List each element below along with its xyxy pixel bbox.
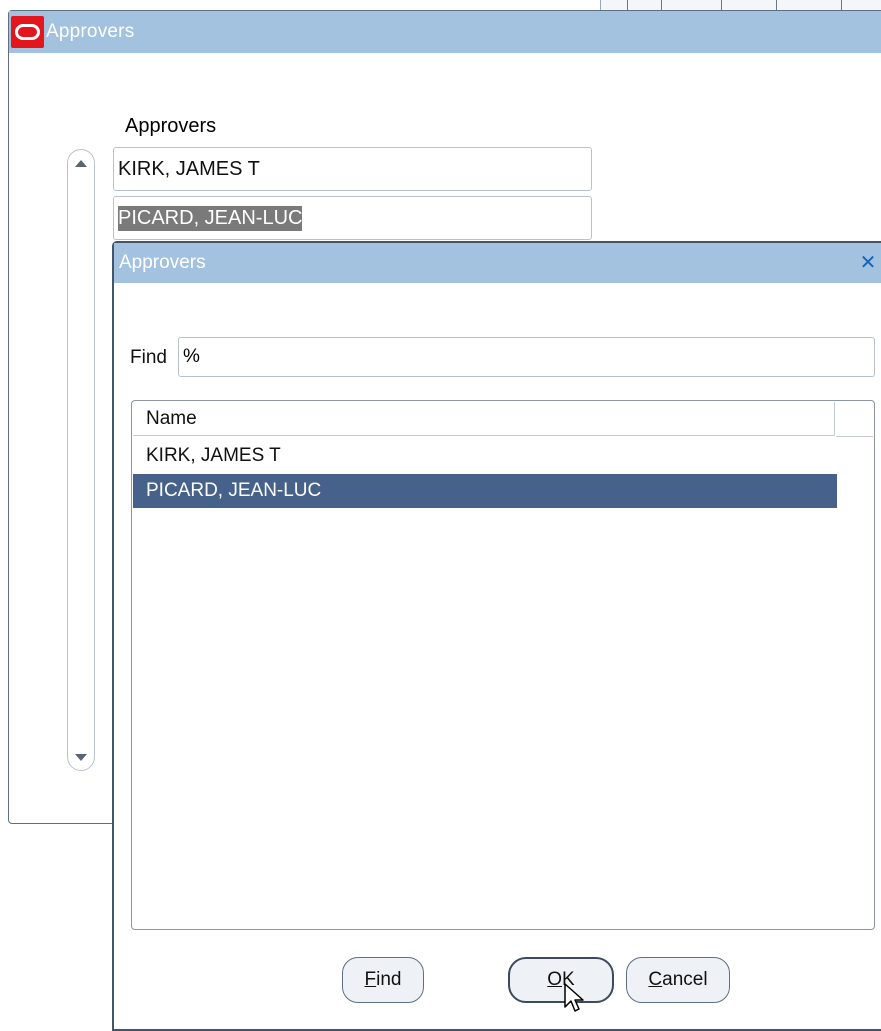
result-row-selected[interactable]: PICARD, JEAN-LUC	[133, 474, 837, 508]
background-tick	[627, 0, 628, 10]
cancel-button[interactable]: Cancel	[626, 957, 730, 1003]
find-input[interactable]	[178, 337, 875, 377]
ok-button[interactable]: OK	[508, 957, 614, 1003]
approver-record-field[interactable]: KIRK, JAMES T	[113, 147, 592, 191]
close-icon[interactable]: ✕	[858, 253, 878, 273]
background-tick	[721, 0, 722, 10]
approver-record-value: KIRK, JAMES T	[118, 157, 260, 180]
approvers-field-label: Approvers	[125, 115, 217, 137]
result-row[interactable]: KIRK, JAMES T	[133, 439, 837, 473]
column-header-name[interactable]: Name	[133, 402, 835, 436]
find-button-mnemonic: F	[364, 969, 377, 990]
find-label: Find	[130, 347, 167, 368]
scroll-down-icon	[75, 753, 87, 761]
scroll-up-icon	[75, 159, 87, 167]
approver-record-value-selected: PICARD, JEAN-LUC	[118, 205, 303, 231]
find-button-label: ind	[376, 969, 402, 990]
mouse-pointer-icon	[564, 983, 584, 1012]
background-tick	[661, 0, 662, 10]
scroll-down-button[interactable]	[71, 747, 91, 767]
cancel-button-label: ancel	[662, 969, 708, 990]
find-button[interactable]: Find	[342, 957, 424, 1003]
ok-button-mnemonic: O	[547, 969, 563, 990]
cancel-button-mnemonic: C	[648, 969, 663, 990]
result-row-name: PICARD, JEAN-LUC	[146, 480, 322, 501]
approver-record-field-active[interactable]: PICARD, JEAN-LUC	[113, 196, 592, 240]
lov-title: Approvers	[119, 252, 206, 273]
background-tick	[776, 0, 777, 10]
scroll-up-button[interactable]	[71, 153, 91, 173]
records-scrollbar[interactable]	[67, 149, 95, 771]
window-title: Approvers	[46, 21, 135, 42]
result-row-name: KIRK, JAMES T	[146, 445, 281, 466]
column-header-spacer	[836, 402, 873, 437]
window-title-bar[interactable]: Approvers	[9, 11, 881, 53]
lov-title-bar[interactable]: Approvers	[114, 243, 881, 283]
results-list[interactable]: Name KIRK, JAMES T PICARD, JEAN-LUC	[131, 400, 875, 930]
background-tick	[841, 0, 842, 10]
oracle-logo-icon	[11, 16, 44, 48]
approvers-lov-dialog: Approvers ✕ Find Name KIRK, JAMES T PICA…	[112, 241, 881, 1031]
